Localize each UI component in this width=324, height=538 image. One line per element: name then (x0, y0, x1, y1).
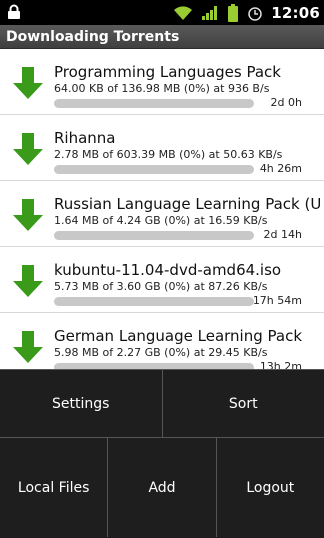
signal-icon (201, 5, 219, 21)
torrent-stats: 1.64 MB of 4.24 GB (0%) at 16.59 KB/s (54, 214, 320, 227)
torrent-name: Programming Languages Pack (54, 63, 320, 81)
sort-button[interactable]: Sort (163, 370, 324, 437)
battery-icon (227, 4, 239, 22)
options-menu: Settings Sort Local Files Add Logout (0, 369, 324, 538)
torrent-item[interactable]: Russian Language Learning Pack (Up 1.64 … (0, 181, 324, 247)
app-title: Downloading Torrents (0, 25, 324, 49)
download-arrow-icon (10, 329, 46, 365)
alarm-icon (247, 5, 263, 21)
download-arrow-icon (10, 131, 46, 167)
progress-bar (54, 99, 254, 108)
logout-button[interactable]: Logout (217, 438, 324, 537)
torrent-list: Programming Languages Pack 64.00 KB of 1… (0, 49, 324, 369)
torrent-name: Russian Language Learning Pack (Up (54, 195, 320, 213)
add-button[interactable]: Add (108, 438, 216, 537)
torrent-item[interactable]: kubuntu-11.04-dvd-amd64.iso 5.73 MB of 3… (0, 247, 324, 313)
lock-icon (6, 4, 22, 20)
status-bar: 12:06 (0, 0, 324, 25)
clock-time: 12:06 (271, 4, 320, 22)
torrent-name: German Language Learning Pack (54, 327, 320, 345)
torrent-name: Rihanna (54, 129, 320, 147)
torrent-eta: 2d 14h (264, 228, 302, 241)
torrent-item[interactable]: Programming Languages Pack 64.00 KB of 1… (0, 49, 324, 115)
torrent-eta: 4h 26m (260, 162, 302, 175)
settings-button[interactable]: Settings (0, 370, 163, 437)
progress-bar (54, 231, 254, 240)
progress-bar (54, 297, 254, 306)
torrent-name: kubuntu-11.04-dvd-amd64.iso (54, 261, 320, 279)
download-arrow-icon (10, 263, 46, 299)
torrent-item[interactable]: Rihanna 2.78 MB of 603.39 MB (0%) at 50.… (0, 115, 324, 181)
torrent-eta: 17h 54m (253, 294, 302, 307)
local-files-button[interactable]: Local Files (0, 438, 108, 537)
torrent-stats: 5.98 MB of 2.27 GB (0%) at 29.45 KB/s (54, 346, 320, 359)
download-arrow-icon (10, 197, 46, 233)
torrent-stats: 5.73 MB of 3.60 GB (0%) at 87.26 KB/s (54, 280, 320, 293)
wifi-icon (173, 5, 193, 21)
progress-bar (54, 165, 254, 174)
download-arrow-icon (10, 65, 46, 101)
torrent-stats: 2.78 MB of 603.39 MB (0%) at 50.63 KB/s (54, 148, 320, 161)
torrent-eta: 2d 0h (271, 96, 302, 109)
torrent-stats: 64.00 KB of 136.98 MB (0%) at 936 B/s (54, 82, 320, 95)
